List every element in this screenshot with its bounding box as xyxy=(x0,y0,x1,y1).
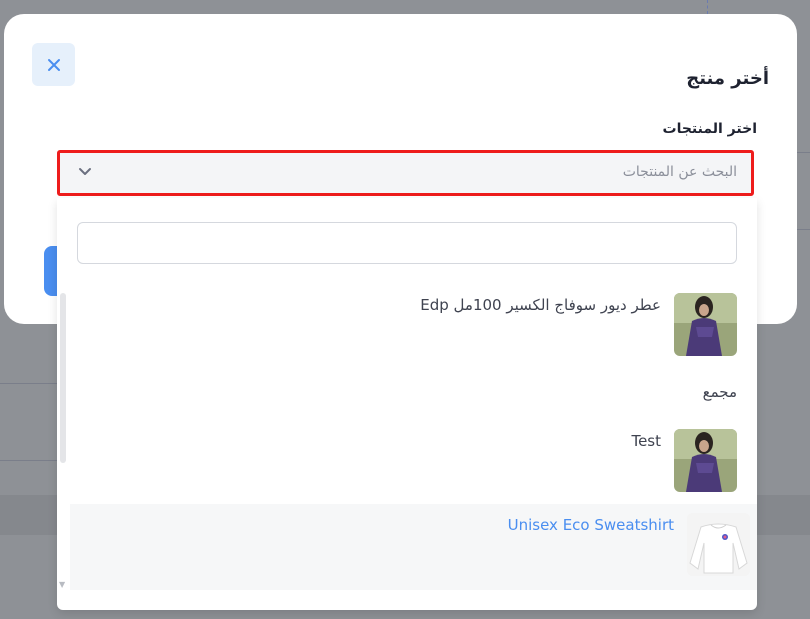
product-dropdown: عطر ديور سوفاج الكسير 100مل Edp مجمع Tes… xyxy=(57,198,757,610)
field-label: اختر المنتجات xyxy=(662,121,757,137)
option-label: Unisex Eco Sweatshirt xyxy=(507,516,674,534)
select-placeholder: البحث عن المنتجات xyxy=(622,164,737,180)
scroll-down-arrow[interactable]: ▼ xyxy=(59,580,65,589)
dropdown-scrollbar[interactable] xyxy=(60,293,66,463)
product-select[interactable]: البحث عن المنتجات xyxy=(57,150,754,196)
close-icon xyxy=(47,58,60,71)
product-thumbnail xyxy=(674,429,737,492)
chevron-down-icon[interactable] xyxy=(78,167,92,177)
product-thumbnail xyxy=(687,513,750,576)
option-test[interactable]: Test xyxy=(57,420,757,506)
option-label: Test xyxy=(631,432,661,450)
background-divider xyxy=(0,460,60,461)
background-divider xyxy=(0,383,60,384)
option-group-label: مجمع xyxy=(702,383,737,401)
product-thumbnail xyxy=(674,293,737,356)
close-button[interactable] xyxy=(32,43,75,86)
modal-title: أختر منتج xyxy=(686,68,769,89)
option-unisex-eco-sweatshirt[interactable]: Unisex Eco Sweatshirt xyxy=(70,504,757,590)
option-label: عطر ديور سوفاج الكسير 100مل Edp xyxy=(420,296,661,314)
background-guide xyxy=(707,0,708,14)
search-input[interactable] xyxy=(77,222,737,264)
option-dior-sauvage[interactable]: عطر ديور سوفاج الكسير 100مل Edp xyxy=(57,284,757,370)
